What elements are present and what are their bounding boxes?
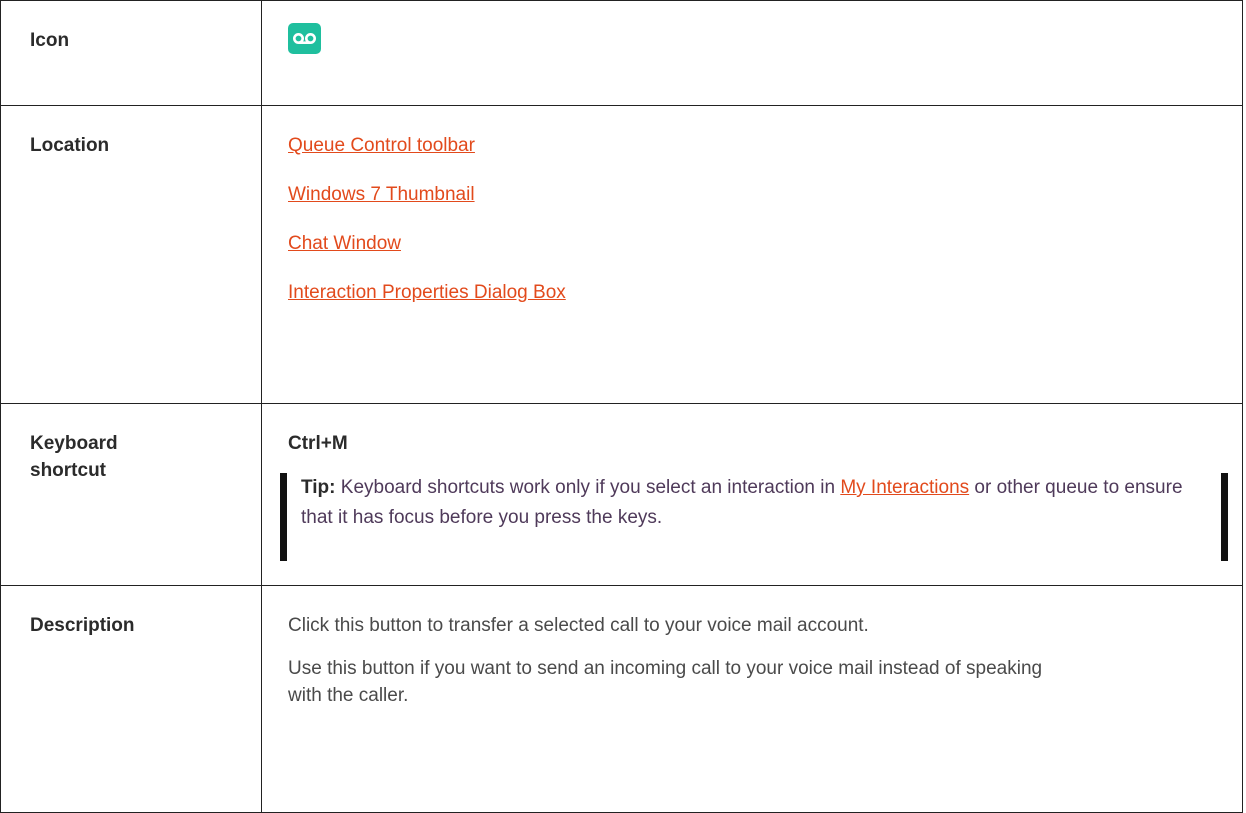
location-row: Location Queue Control toolbar Windows 7… — [0, 105, 1243, 404]
link-chat-window[interactable]: Chat Window — [288, 230, 1242, 257]
description-paragraph: Use this button if you want to send an i… — [288, 658, 1043, 706]
icon-row-label: Icon — [0, 0, 262, 106]
description-row-value: Click this button to transfer a selected… — [261, 585, 1243, 813]
link-windows-7-thumbnail[interactable]: Windows 7 Thumbnail — [288, 181, 1242, 208]
icon-row: Icon — [0, 0, 1243, 106]
link-interaction-properties-dialog-box[interactable]: Interaction Properties Dialog Box — [288, 279, 1242, 306]
properties-table: Icon Location Queue Control toolbar Wind… — [0, 0, 1243, 813]
shortcut-keys: Ctrl+M — [288, 433, 348, 454]
keyboard-shortcut-row-label: Keyboard shortcut — [0, 403, 262, 586]
icon-row-value — [261, 0, 1243, 106]
voicemail-icon — [288, 23, 321, 54]
tip-box: Tip: Keyboard shortcuts work only if you… — [280, 473, 1228, 561]
link-my-interactions[interactable]: My Interactions — [840, 477, 969, 498]
link-queue-control-toolbar[interactable]: Queue Control toolbar — [288, 132, 1242, 159]
description-row: Description Click this button to transfe… — [0, 585, 1243, 813]
keyboard-shortcut-row-value: Ctrl+M Tip: Keyboard shortcuts work only… — [261, 403, 1243, 586]
location-row-label: Location — [0, 105, 262, 404]
location-row-value: Queue Control toolbar Windows 7 Thumbnai… — [261, 105, 1243, 404]
description-row-label: Description — [0, 585, 262, 813]
keyboard-shortcut-row: Keyboard shortcut Ctrl+M Tip: Keyboard s… — [0, 403, 1243, 586]
keyboard-shortcut-label-text: Keyboard shortcut — [30, 433, 118, 481]
tip-label: Tip: — [301, 477, 336, 498]
description-paragraph: Click this button to transfer a selected… — [288, 615, 869, 636]
tip-text-before: Keyboard shortcuts work only if you sele… — [340, 477, 836, 498]
